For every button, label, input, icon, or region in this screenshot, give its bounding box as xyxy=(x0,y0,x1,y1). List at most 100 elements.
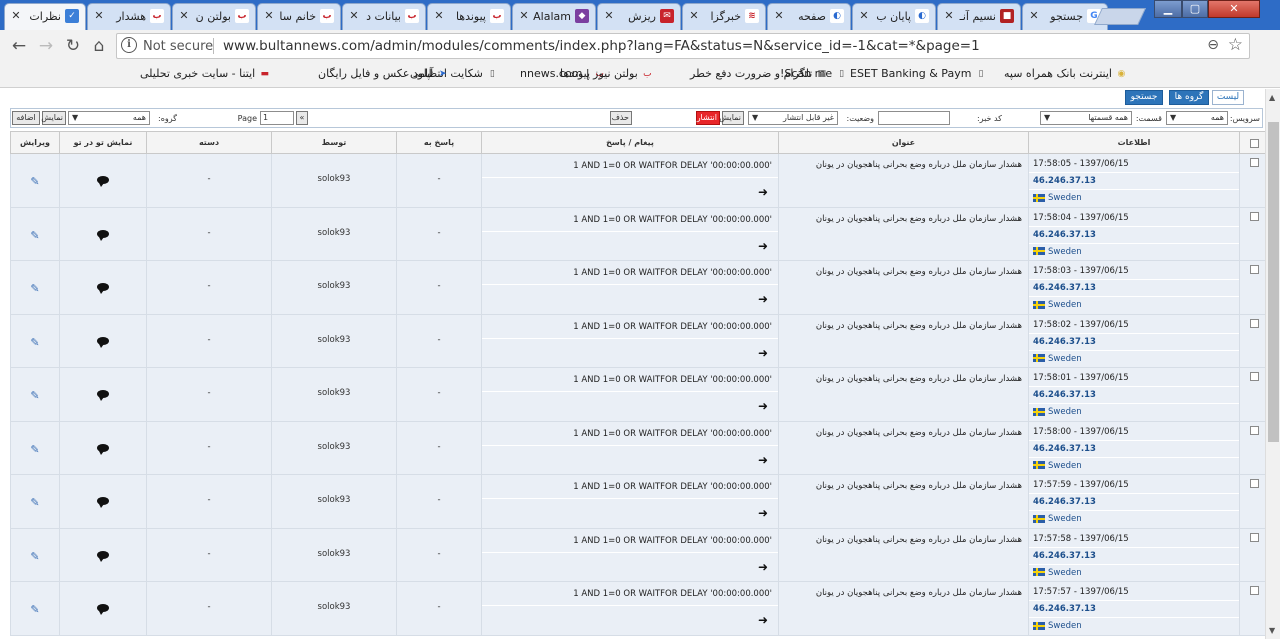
pencil-icon[interactable]: ✎ xyxy=(30,282,39,295)
news-title[interactable]: هشدار سازمان ملل درباره وضع بحرانی پناهج… xyxy=(816,214,1022,224)
pencil-icon[interactable]: ✎ xyxy=(30,443,39,456)
row-checkbox[interactable] xyxy=(1249,372,1259,381)
ip-address[interactable]: 46.246.37.13 xyxy=(1029,387,1239,404)
reply-arrow-icon[interactable]: ➜ xyxy=(482,339,778,368)
row-checkbox[interactable] xyxy=(1249,318,1259,328)
close-tab-icon[interactable]: ✕ xyxy=(942,9,956,22)
reply-arrow-icon[interactable]: ➜ xyxy=(482,232,778,261)
browser-tab[interactable]: ✕ خبرگزا ≋ xyxy=(682,3,766,30)
ip-address[interactable]: 46.246.37.13 xyxy=(1029,334,1239,351)
pencil-icon[interactable]: ✎ xyxy=(30,175,39,188)
row-checkbox[interactable] xyxy=(1249,532,1259,542)
browser-tab[interactable]: ✕ جستجو G xyxy=(1022,3,1108,30)
speech-bubble-icon[interactable] xyxy=(97,283,109,294)
speech-bubble-icon[interactable] xyxy=(97,336,109,348)
news-code-input[interactable] xyxy=(878,111,950,125)
bookmark-item[interactable]: ▦ تلگرام و ضرورت دفع خطر xyxy=(690,67,828,83)
speech-bubble-icon[interactable] xyxy=(97,604,109,615)
news-title[interactable]: هشدار سازمان ملل درباره وضع بحرانی پناهج… xyxy=(816,374,1022,384)
reply-arrow-icon[interactable]: ➜ xyxy=(482,553,778,582)
row-checkbox[interactable] xyxy=(1249,425,1259,435)
url-text[interactable]: www.bultannews.com/admin/modules/comment… xyxy=(223,38,980,54)
zoom-icon[interactable]: ⊖ xyxy=(1207,37,1219,53)
row-checkbox[interactable] xyxy=(1249,586,1259,595)
close-tab-icon[interactable]: ✕ xyxy=(9,9,23,22)
reply-arrow-icon[interactable]: ➜ xyxy=(482,446,778,475)
row-checkbox[interactable] xyxy=(1249,211,1259,221)
news-title[interactable]: هشدار سازمان ملل درباره وضع بحرانی پناهج… xyxy=(816,321,1022,331)
close-tab-icon[interactable]: ✕ xyxy=(1027,9,1041,22)
new-tab-button[interactable] xyxy=(1094,8,1146,25)
speech-bubble-icon[interactable] xyxy=(97,550,109,562)
close-tab-icon[interactable]: ✕ xyxy=(857,9,871,22)
status-select[interactable]: غیر قابل انتشار ▼ xyxy=(748,111,838,125)
browser-tab[interactable]: ✕ Alalam ◆ xyxy=(512,3,596,30)
browser-tab[interactable]: ✕ بولتن ن ب xyxy=(172,3,256,30)
news-title[interactable]: هشدار سازمان ملل درباره وضع بحرانی پناهج… xyxy=(816,535,1022,545)
browser-tab[interactable]: ✕ خانم سا ب xyxy=(257,3,341,30)
page-number-input[interactable]: 1 xyxy=(260,111,294,125)
pencil-icon[interactable]: ✎ xyxy=(30,336,39,349)
browser-tab[interactable]: ✕ نسیم آنـ ■ xyxy=(937,3,1021,30)
tab-list[interactable]: لیست xyxy=(1212,90,1244,105)
show-group-button[interactable]: نمایش xyxy=(41,111,66,125)
bookmark-item[interactable]: ◉ اینترنت بانک همراه سپه xyxy=(1004,67,1128,83)
next-page-button[interactable]: » xyxy=(296,111,308,125)
close-tab-icon[interactable]: ✕ xyxy=(92,9,106,22)
reply-arrow-icon[interactable]: ➜ xyxy=(482,499,778,528)
service-select[interactable]: همه ▼ xyxy=(1166,111,1228,125)
bookmark-star-icon[interactable]: ☆ xyxy=(1228,35,1243,55)
speech-bubble-icon[interactable] xyxy=(97,176,109,187)
pencil-icon[interactable]: ✎ xyxy=(30,603,39,616)
publish-button[interactable]: انتشار xyxy=(696,111,720,125)
vertical-scrollbar[interactable]: ▲ ▼ xyxy=(1265,89,1280,639)
news-title[interactable]: هشدار سازمان ملل درباره وضع بحرانی پناهج… xyxy=(816,160,1022,170)
pencil-icon[interactable]: ✎ xyxy=(30,496,39,509)
news-title[interactable]: هشدار سازمان ملل درباره وضع بحرانی پناهج… xyxy=(816,267,1022,277)
ip-address[interactable]: 46.246.37.13 xyxy=(1029,548,1239,565)
delete-button[interactable]: حذف xyxy=(610,111,632,125)
browser-tab[interactable]: ✕ پایان ب ◐ xyxy=(852,3,936,30)
close-tab-icon[interactable]: ✕ xyxy=(772,9,786,22)
news-title[interactable]: هشدار سازمان ملل درباره وضع بحرانی پناهج… xyxy=(816,428,1022,438)
url-field[interactable]: i Not secure www.bultannews.com/admin/mo… xyxy=(116,33,1250,59)
news-title[interactable]: هشدار سازمان ملل درباره وضع بحرانی پناهج… xyxy=(816,588,1022,598)
group-select[interactable]: همه ▼ xyxy=(68,111,150,125)
close-tab-icon[interactable]: ✕ xyxy=(602,9,616,22)
pencil-icon[interactable]: ✎ xyxy=(30,389,39,402)
close-tab-icon[interactable]: ✕ xyxy=(262,9,276,22)
col-select-all[interactable] xyxy=(1239,131,1265,154)
news-title[interactable]: هشدار سازمان ملل درباره وضع بحرانی پناهج… xyxy=(816,481,1022,491)
close-tab-icon[interactable]: ✕ xyxy=(432,9,446,22)
bookmark-item[interactable]: ▯ ESET Banking & Paym xyxy=(850,67,987,83)
home-icon[interactable]: ⌂ xyxy=(88,35,110,57)
ip-address[interactable]: 46.246.37.13 xyxy=(1029,441,1239,458)
tab-search[interactable]: جستجو xyxy=(1125,90,1163,105)
ip-address[interactable]: 46.246.37.13 xyxy=(1029,227,1239,244)
browser-tab[interactable]: ✕ ریزش ✉ xyxy=(597,3,681,30)
bookmark-item[interactable]: ب بولتن نیوز | nnews.com xyxy=(520,67,654,83)
speech-bubble-icon[interactable] xyxy=(97,229,109,241)
browser-tab[interactable]: ✕ هشدار ب xyxy=(87,3,171,30)
section-select[interactable]: همه قسمتها ▼ xyxy=(1040,111,1132,125)
speech-bubble-icon[interactable] xyxy=(97,390,109,401)
browser-tab[interactable]: ✕ صفحه ◐ xyxy=(767,3,851,30)
browser-tab[interactable]: ✕ نظرات ✓ xyxy=(4,3,86,30)
scroll-up-icon[interactable]: ▲ xyxy=(1269,93,1275,102)
bookmark-item[interactable]: ▬ ایتنا - سایت خبری تحلیلی xyxy=(140,67,271,83)
close-tab-icon[interactable]: ✕ xyxy=(687,9,701,22)
not-secure-label[interactable]: Not secure xyxy=(143,39,213,54)
close-tab-icon[interactable]: ✕ xyxy=(177,9,191,22)
close-tab-icon[interactable]: ✕ xyxy=(347,9,361,22)
maximize-button[interactable]: ▢ xyxy=(1182,0,1208,18)
reply-arrow-icon[interactable]: ➜ xyxy=(482,392,778,421)
bookmark-item[interactable]: ➤ آپلود عکس و فایل رایگان xyxy=(318,67,449,83)
pencil-icon[interactable]: ✎ xyxy=(30,229,39,242)
ip-address[interactable]: 46.246.37.13 xyxy=(1029,173,1239,190)
browser-tab[interactable]: ✕ پیوندها ب xyxy=(427,3,511,30)
minimize-button[interactable]: ▁ xyxy=(1154,0,1182,18)
reply-arrow-icon[interactable]: ➜ xyxy=(482,178,778,207)
browser-tab[interactable]: ✕ بیانات د ب xyxy=(342,3,426,30)
forward-icon[interactable]: → xyxy=(35,35,57,57)
scroll-thumb[interactable] xyxy=(1268,122,1279,442)
